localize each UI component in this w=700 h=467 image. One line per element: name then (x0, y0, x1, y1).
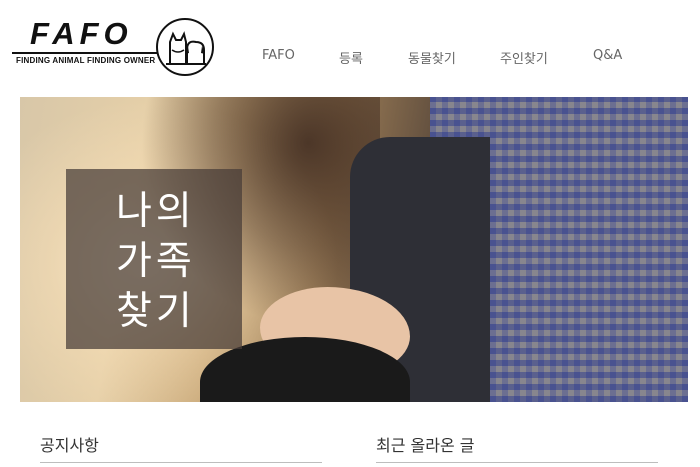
logo-title: FAFO (30, 16, 133, 51)
nav-item-register[interactable]: 등록 (339, 48, 363, 67)
logo-underline (12, 52, 160, 54)
recent-posts-title[interactable]: 최근 올라온 글 (376, 436, 475, 455)
recent-posts-divider (376, 462, 658, 463)
cat-dog-icon (156, 18, 214, 76)
notice-divider (40, 462, 322, 463)
hero-caption-line-1: 나의 (116, 189, 196, 234)
hero-caption-box: 나의 가족 찾기 (66, 169, 242, 349)
nav-item-qna[interactable]: Q&A (593, 48, 622, 63)
nav-item-find-animal[interactable]: 동물찾기 (408, 48, 456, 67)
recent-posts-section: 최근 올라온 글 (376, 432, 658, 463)
logo-subtitle: FINDING ANIMAL FINDING OWNER (16, 56, 156, 65)
hero-banner: 나의 가족 찾기 (20, 97, 688, 402)
notice-title[interactable]: 공지사항 (40, 436, 99, 455)
hero-caption-line-2: 가족 (116, 239, 196, 284)
notice-section: 공지사항 (40, 432, 322, 463)
site-header: FAFO FINDING ANIMAL FINDING OWNER FAFO 등… (0, 0, 700, 96)
hero-caption-line-3: 찾기 (116, 289, 196, 334)
nav-item-find-owner[interactable]: 주인찾기 (500, 48, 548, 67)
site-logo[interactable]: FAFO FINDING ANIMAL FINDING OWNER (10, 14, 220, 80)
nav-item-fafo[interactable]: FAFO (262, 48, 295, 63)
